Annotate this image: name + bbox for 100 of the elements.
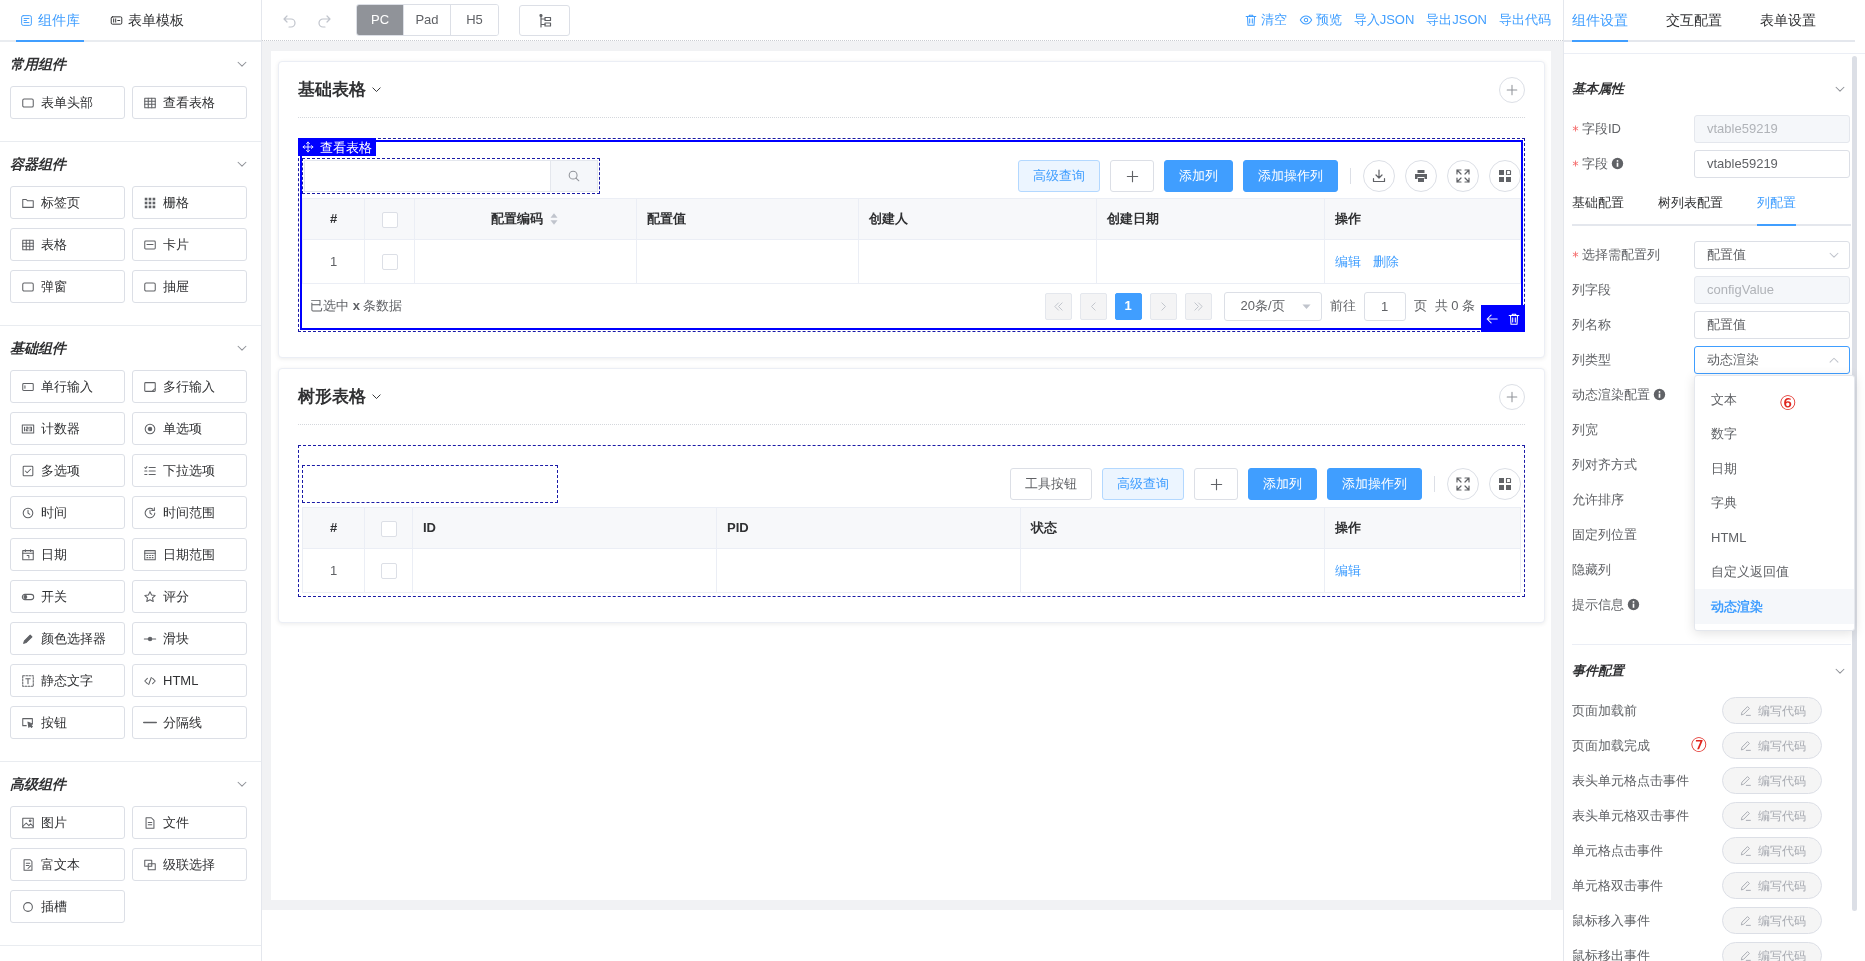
- fullscreen-button[interactable]: [1447, 160, 1479, 192]
- add-button[interactable]: [1499, 383, 1525, 410]
- search-field[interactable]: [302, 465, 558, 503]
- add-button[interactable]: [1194, 468, 1238, 500]
- dropdown-option[interactable]: 日期: [1695, 451, 1749, 486]
- component-button[interactable]: 下拉选项: [132, 454, 247, 487]
- last-page-button[interactable]: [1184, 292, 1212, 320]
- annotation-number: ⑥: [1779, 393, 1797, 413]
- printer-icon: [1413, 168, 1429, 184]
- table-cell: 1: [302, 548, 365, 593]
- event-label: 单元格点击事件: [1572, 841, 1663, 860]
- tree-view-button[interactable]: [519, 4, 570, 36]
- plus-icon: [1208, 476, 1224, 492]
- goto-label: 前往: [1329, 297, 1356, 316]
- panel-title: 基础表格: [298, 78, 366, 101]
- page-input[interactable]: 1: [1363, 291, 1406, 321]
- first-page-button[interactable]: [1044, 292, 1072, 320]
- component-button[interactable]: 标签页: [10, 186, 125, 219]
- component-button[interactable]: 静态文字: [10, 664, 125, 697]
- component-button[interactable]: 表单头部: [10, 86, 125, 119]
- widget-frame[interactable]: 查看表格 高级查询 添加列 添加操作列 # 配置编码 配置值 创建人 创建日期 操作 1 编辑 删除 已选中 x 条数据 1 20条/页 前往 1 页 共 0 条: [298, 138, 1525, 332]
- component-button[interactable]: 单选项: [132, 412, 247, 445]
- settings-tab[interactable]: 表单设置: [1760, 0, 1816, 42]
- fullscreen-button[interactable]: [1447, 468, 1479, 500]
- print-button[interactable]: [1405, 160, 1437, 192]
- image-icon: [21, 815, 35, 830]
- search-button[interactable]: [550, 160, 598, 192]
- text-icon: [21, 673, 35, 688]
- annotation-number: ⑦: [1690, 735, 1708, 755]
- widget-frame[interactable]: 工具按钮 高级查询 添加列 添加操作列 # ID PID 状态 操作 1 编辑: [298, 445, 1525, 597]
- component-button[interactable]: 图片: [10, 806, 125, 839]
- component-button[interactable]: HTML: [132, 664, 247, 697]
- tag-label: 查看表格: [320, 140, 372, 154]
- fullscreen-icon: [1455, 168, 1471, 184]
- dropdown-option[interactable]: 文本: [1695, 382, 1749, 417]
- component-button[interactable]: 抽屉: [132, 270, 247, 303]
- column-settings-button[interactable]: [1489, 160, 1521, 192]
- grid-icon: [1497, 168, 1513, 184]
- config-tab[interactable]: 树列表配置: [1658, 181, 1723, 226]
- column-header: 创建人: [858, 198, 1097, 240]
- dropdown-option[interactable]: 自定义返回值: [1695, 554, 1801, 589]
- component-button[interactable]: 多选项: [10, 454, 125, 487]
- settings-tab[interactable]: 交互配置: [1666, 0, 1722, 42]
- add-button[interactable]: [1499, 76, 1525, 103]
- add-button[interactable]: [1110, 160, 1154, 192]
- component-button[interactable]: 卡片: [132, 228, 247, 261]
- component-button[interactable]: 评分: [132, 580, 247, 613]
- row-checkbox[interactable]: [380, 563, 397, 580]
- column-header: #: [302, 198, 365, 240]
- text-field[interactable]: 配置值: [1694, 310, 1850, 339]
- select-field[interactable]: 配置值: [1694, 240, 1850, 269]
- component-button[interactable]: 表格: [10, 228, 125, 261]
- cursor-icon: [21, 715, 35, 730]
- component-button[interactable]: 栅格: [132, 186, 247, 219]
- field-label: 提示信息: [1572, 595, 1624, 614]
- select-all-checkbox[interactable]: [380, 520, 397, 537]
- component-button[interactable]: 多行输入: [132, 370, 247, 403]
- dropdown-option[interactable]: HTML: [1695, 520, 1759, 555]
- dropdown-option[interactable]: 数字: [1695, 416, 1749, 451]
- sidebar-tab[interactable]: 表单模板: [106, 0, 188, 42]
- plus-icon: [1505, 389, 1519, 404]
- column-settings-button[interactable]: [1489, 468, 1521, 500]
- component-button[interactable]: 日期: [10, 538, 125, 571]
- component-tag[interactable]: 查看表格: [298, 138, 376, 156]
- component-button[interactable]: 时间范围: [132, 496, 247, 529]
- component-button[interactable]: 按钮: [10, 706, 125, 739]
- component-button[interactable]: 日期范围: [132, 538, 247, 571]
- component-button[interactable]: 时间: [10, 496, 125, 529]
- component-button[interactable]: 插槽: [10, 890, 125, 923]
- select-all-checkbox[interactable]: [381, 211, 398, 228]
- search-field[interactable]: [302, 158, 600, 194]
- plus-icon: [1124, 168, 1140, 184]
- pencil-icon: [1738, 914, 1752, 927]
- component-button[interactable]: 级联选择: [132, 848, 247, 881]
- select-field[interactable]: 动态渲染: [1694, 345, 1850, 374]
- dropdown-option[interactable]: 字典: [1695, 485, 1749, 520]
- component-button[interactable]: 开关: [10, 580, 125, 613]
- component-button[interactable]: 文件: [132, 806, 247, 839]
- component-button[interactable]: 计数器: [10, 412, 125, 445]
- star-icon: [143, 589, 157, 604]
- component-button[interactable]: 颜色选择器: [10, 622, 125, 655]
- download-button[interactable]: [1363, 160, 1395, 192]
- grid-icon: [143, 195, 157, 210]
- component-button[interactable]: 查看表格: [132, 86, 247, 119]
- column-header: ID: [412, 507, 717, 549]
- component-button[interactable]: 分隔线: [132, 706, 247, 739]
- toolbar-button[interactable]: 工具按钮: [1010, 468, 1092, 500]
- field-label: 允许排序: [1572, 490, 1624, 509]
- component-button[interactable]: 弹窗: [10, 270, 125, 303]
- component-button[interactable]: 单行输入: [10, 370, 125, 403]
- rectangle-icon: [143, 279, 157, 294]
- column-header: 状态: [1020, 507, 1325, 549]
- counter-icon: [21, 421, 35, 436]
- page-size-select[interactable]: 20条/页: [1223, 291, 1322, 321]
- row-checkbox[interactable]: [381, 254, 398, 271]
- component-button[interactable]: 滑块: [132, 622, 247, 655]
- config-tab[interactable]: 基础配置: [1572, 181, 1624, 226]
- text-field[interactable]: vtable59219: [1694, 149, 1850, 178]
- component-button[interactable]: 富文本: [10, 848, 125, 881]
- delete-button[interactable]: [1507, 311, 1521, 326]
